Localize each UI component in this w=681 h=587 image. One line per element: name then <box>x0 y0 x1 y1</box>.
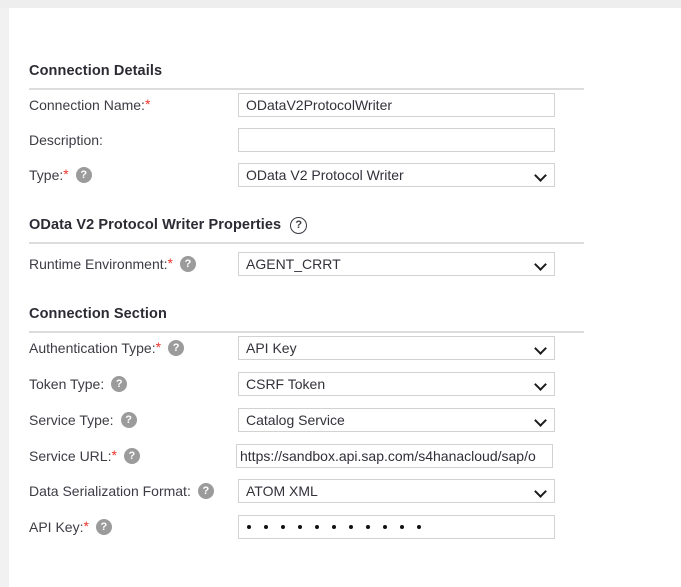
masked-value <box>247 516 421 538</box>
field-row-connection-name: Connection Name: * ODataV2ProtocolWriter <box>29 92 629 118</box>
required-marker: * <box>63 166 69 182</box>
required-marker: * <box>167 255 173 271</box>
field-label-description: Description: <box>29 127 238 153</box>
mask-dot <box>298 525 302 529</box>
field-label-token-type: Token Type: ? <box>29 371 238 397</box>
section-divider <box>29 242 584 244</box>
service-url-input[interactable]: https://sandbox.api.sap.com/s4hanacloud/… <box>236 444 553 468</box>
label-text: API Key: <box>29 519 84 535</box>
field-row-authentication-type: Authentication Type: * ? API Key <box>29 335 629 361</box>
field-label-runtime-environment: Runtime Environment: * ? <box>29 251 238 277</box>
help-icon[interactable]: ? <box>75 167 92 183</box>
section-connection-section: Connection Section <box>29 304 604 333</box>
mask-dot <box>383 525 387 529</box>
dropdown-value: OData V2 Protocol Writer <box>246 167 404 183</box>
section-divider <box>29 331 584 333</box>
dropdown-value: AGENT_CRRT <box>246 256 341 272</box>
mask-dot <box>417 525 421 529</box>
help-icon[interactable]: ? <box>95 519 112 535</box>
section-divider <box>29 88 584 90</box>
authentication-type-dropdown[interactable]: API Key <box>238 336 555 360</box>
label-text: Authentication Type: <box>29 340 156 356</box>
input-value: ODataV2ProtocolWriter <box>246 97 393 113</box>
mask-dot <box>332 525 336 529</box>
field-label-connection-name: Connection Name: * <box>29 92 238 118</box>
input-value <box>246 129 548 151</box>
input-value: https://sandbox.api.sap.com/s4hanacloud/… <box>240 448 536 464</box>
data-serialization-format-dropdown[interactable]: ATOM XML <box>238 479 555 503</box>
field-row-type: Type: * ? OData V2 Protocol Writer <box>29 162 629 188</box>
required-marker: * <box>144 96 151 112</box>
description-input[interactable] <box>238 128 555 152</box>
field-row-description: Description: <box>29 127 629 153</box>
field-label-service-url: Service URL: * ? <box>29 443 238 469</box>
help-icon[interactable]: ? <box>179 256 196 272</box>
label-text: Service Type: <box>29 412 114 428</box>
mask-dot <box>349 525 353 529</box>
label-text: Service URL: <box>29 448 112 464</box>
field-label-api-key: API Key: * ? <box>29 514 238 540</box>
section-title: Connection Section <box>29 306 167 322</box>
api-key-input[interactable] <box>238 515 555 539</box>
field-label-type: Type: * ? <box>29 162 238 188</box>
mask-dot <box>247 525 251 529</box>
field-row-service-url: Service URL: * ? https://sandbox.api.sap… <box>29 443 629 469</box>
required-marker: * <box>155 339 162 355</box>
label-text: Runtime Environment: <box>29 256 168 272</box>
mask-dot <box>400 525 404 529</box>
chevron-down-icon <box>536 171 545 180</box>
service-type-dropdown[interactable]: Catalog Service <box>238 408 555 432</box>
help-icon[interactable]: ? <box>290 216 308 234</box>
section-title: Connection Details <box>29 63 163 79</box>
chevron-down-icon <box>536 416 545 425</box>
dropdown-value: CSRF Token <box>246 376 326 392</box>
label-text: Data Serialization Format: <box>29 483 191 499</box>
label-text: Connection Name: <box>29 97 145 113</box>
mask-dot <box>366 525 370 529</box>
help-icon[interactable]: ? <box>120 412 137 428</box>
mask-dot <box>264 525 268 529</box>
field-row-service-type: Service Type: ? Catalog Service <box>29 407 629 433</box>
section-connection-details: Connection Details <box>29 61 604 90</box>
field-row-data-serialization-format: Data Serialization Format: ? ATOM XML <box>29 478 629 504</box>
field-row-token-type: Token Type: ? CSRF Token <box>29 371 629 397</box>
label-text: Type: <box>29 167 64 183</box>
token-type-dropdown[interactable]: CSRF Token <box>238 372 555 396</box>
chevron-down-icon <box>536 344 545 353</box>
chevron-down-icon <box>536 487 545 496</box>
help-icon[interactable]: ? <box>111 376 128 392</box>
required-marker: * <box>111 447 117 463</box>
required-marker: * <box>83 518 89 534</box>
dropdown-value: ATOM XML <box>246 483 318 499</box>
dropdown-value: Catalog Service <box>246 412 345 428</box>
field-label-authentication-type: Authentication Type: * ? <box>29 335 238 361</box>
chevron-down-icon <box>536 260 545 269</box>
label-text: Token Type: <box>29 376 105 392</box>
chevron-down-icon <box>536 380 545 389</box>
connection-name-input[interactable]: ODataV2ProtocolWriter <box>238 93 555 117</box>
runtime-environment-dropdown[interactable]: AGENT_CRRT <box>238 252 555 276</box>
connection-form: Connection Details Connection Name: * OD… <box>9 8 681 587</box>
field-row-runtime-environment: Runtime Environment: * ? AGENT_CRRT <box>29 251 629 277</box>
help-icon[interactable]: ? <box>123 448 140 464</box>
section-title: OData V2 Protocol Writer Properties <box>29 217 282 233</box>
help-icon[interactable]: ? <box>197 483 214 499</box>
window-top-chrome <box>0 0 681 8</box>
mask-dot <box>281 525 285 529</box>
section-odata-v2-protocol-writer-properties: OData V2 Protocol Writer Properties ? <box>29 215 604 244</box>
type-dropdown[interactable]: OData V2 Protocol Writer <box>238 163 555 187</box>
field-row-api-key: API Key: * ? <box>29 514 629 540</box>
label-text: Description: <box>29 132 103 148</box>
left-rail <box>0 8 9 587</box>
field-label-data-serialization-format: Data Serialization Format: ? <box>29 478 238 504</box>
mask-dot <box>315 525 319 529</box>
field-label-service-type: Service Type: ? <box>29 407 238 433</box>
help-icon[interactable]: ? <box>168 340 185 356</box>
dropdown-value: API Key <box>246 340 297 356</box>
